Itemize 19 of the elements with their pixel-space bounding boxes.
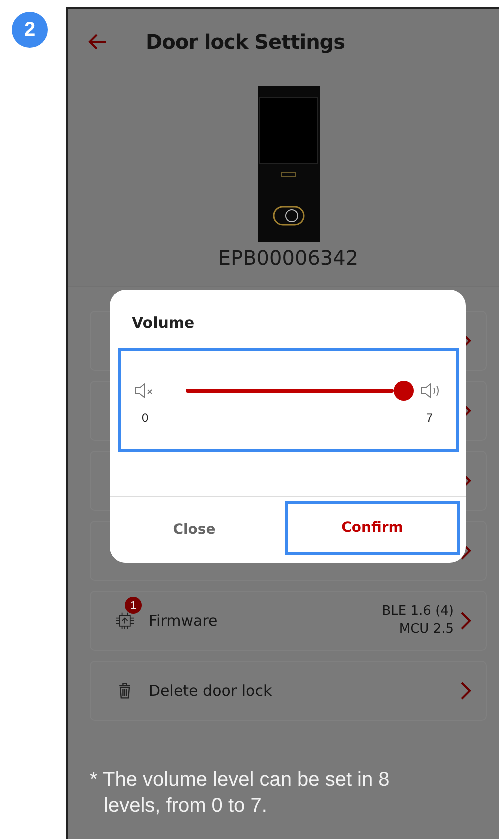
min-value-label: 0 bbox=[142, 411, 149, 425]
settings-card[interactable]: Delete door lock bbox=[90, 661, 487, 721]
step-number-badge: 2 bbox=[12, 12, 48, 48]
setting-label: Firmware bbox=[149, 612, 219, 630]
setting-label: Delete door lock bbox=[149, 682, 274, 700]
max-value-label: 7 bbox=[426, 411, 433, 425]
footnote-text: * The volume level can be set in 8 levels, from 0 to 7. bbox=[89, 768, 391, 819]
screen-title: Door lock Settings bbox=[146, 30, 346, 54]
chip-icon bbox=[114, 612, 136, 630]
slider-thumb[interactable] bbox=[394, 381, 414, 401]
speaker-loud-icon bbox=[420, 382, 442, 400]
settings-card[interactable]: 1 Firmware BLE 1.6 (4) MCU 2.5 bbox=[90, 591, 487, 651]
device-serial: EPB00006342 bbox=[218, 246, 359, 270]
notification-badge: 1 bbox=[125, 597, 142, 614]
confirm-button[interactable]: Confirm bbox=[285, 501, 460, 555]
back-arrow-icon[interactable] bbox=[88, 32, 108, 52]
firmware-version: BLE 1.6 (4) bbox=[382, 603, 454, 621]
firmware-version: MCU 2.5 bbox=[399, 621, 454, 639]
dialog-title: Volume bbox=[131, 313, 196, 332]
